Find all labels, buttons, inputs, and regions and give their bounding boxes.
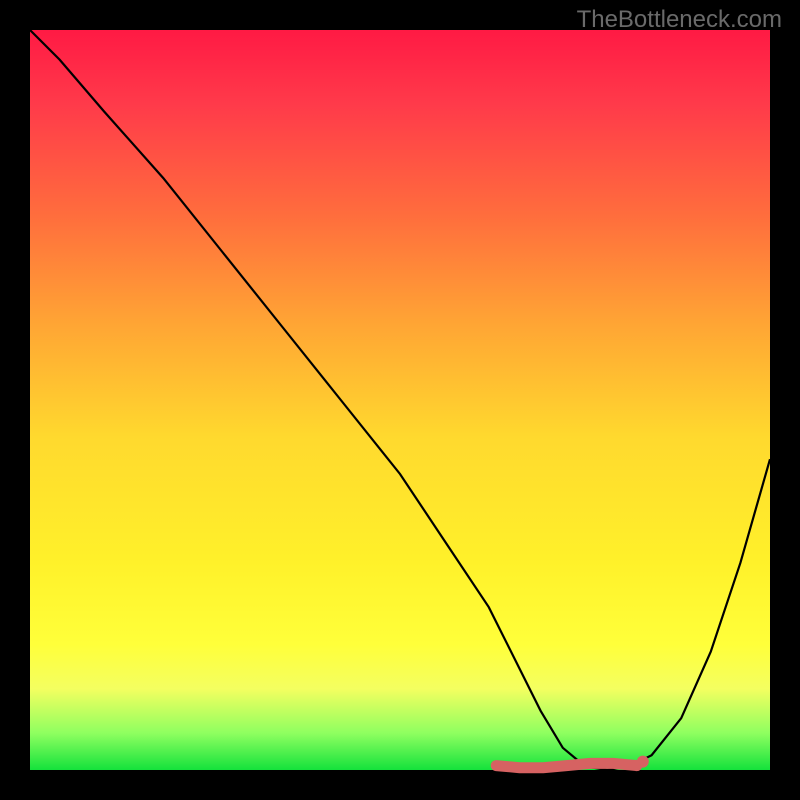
minimum-band-end-dot — [637, 756, 649, 768]
curve-svg — [30, 30, 770, 770]
bottleneck-curve-path — [30, 30, 770, 770]
minimum-band-path — [496, 763, 637, 767]
plot-area — [30, 30, 770, 770]
watermark-text: TheBottleneck.com — [577, 6, 782, 34]
